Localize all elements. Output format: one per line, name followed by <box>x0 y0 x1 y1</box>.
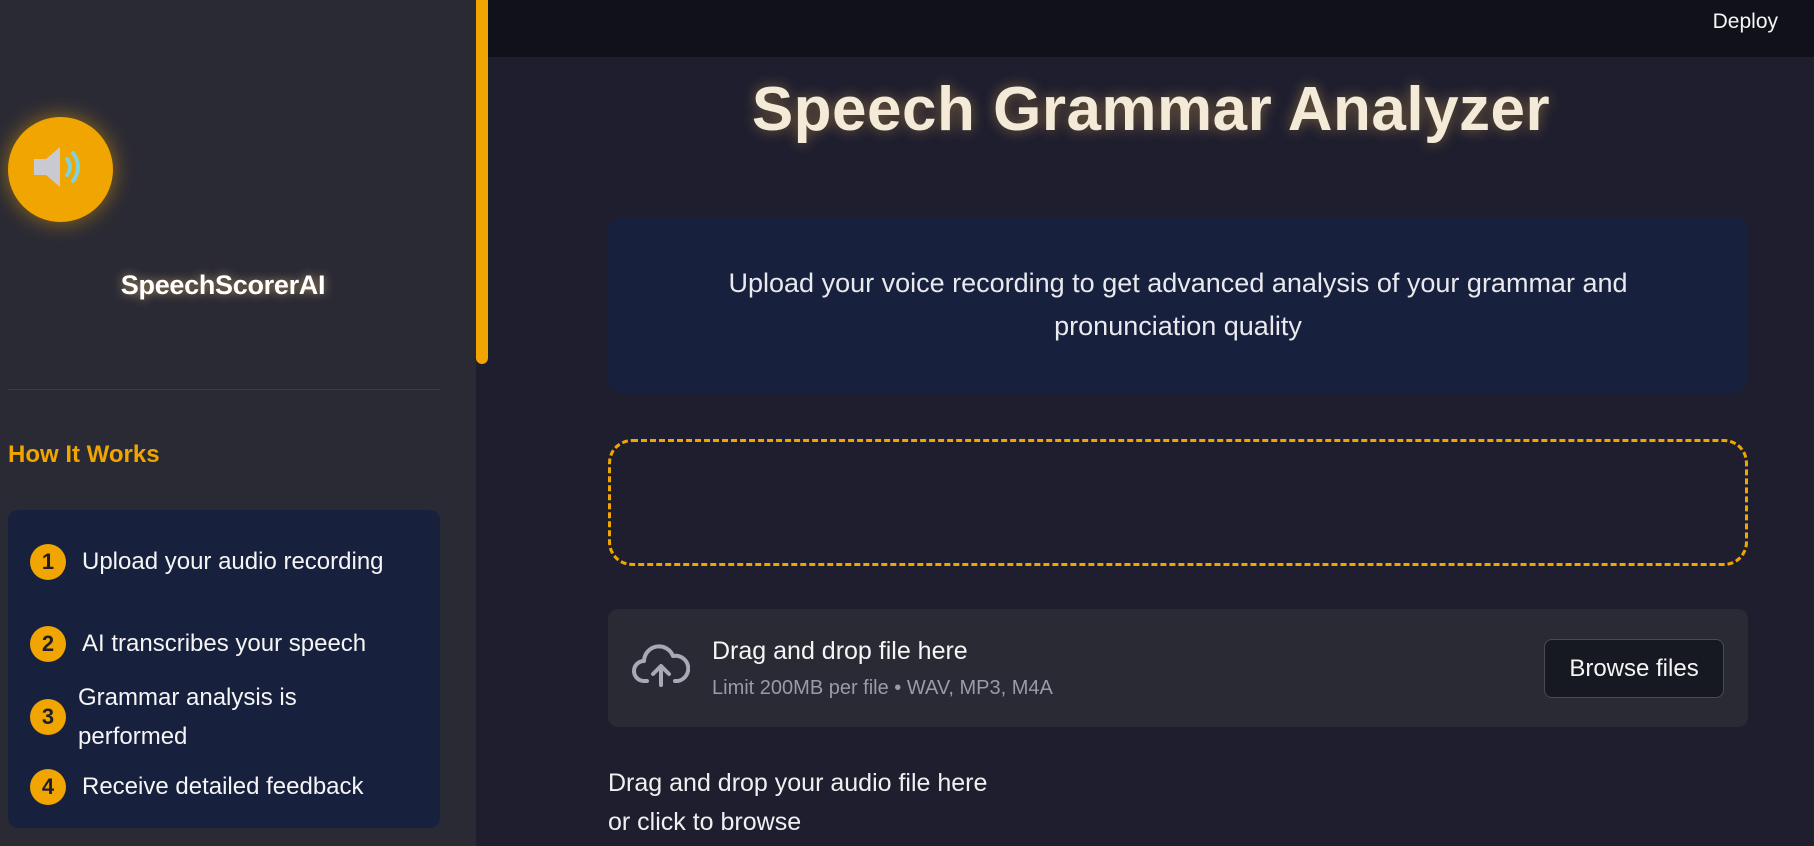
step-text: Upload your audio recording <box>82 548 384 575</box>
deploy-button[interactable]: Deploy <box>1709 8 1782 36</box>
sidebar-scrollbar[interactable] <box>476 0 488 364</box>
intro-text: Upload your voice recording to get advan… <box>728 268 1628 341</box>
step-item: 3 Grammar analysis is performed <box>30 678 408 756</box>
file-uploader[interactable]: Drag and drop file here Limit 200MB per … <box>608 609 1748 727</box>
speaker-icon <box>30 142 92 197</box>
how-it-works-title: How It Works <box>8 441 160 468</box>
brand-name: SpeechScorerAI <box>120 270 326 300</box>
app-root: SpeechScorerAI How It Works 1 Upload you… <box>0 0 1814 846</box>
audio-drop-zone[interactable] <box>608 439 1748 566</box>
top-bar: Deploy <box>488 0 1814 57</box>
upload-title: Drag and drop file here <box>712 637 968 665</box>
sidebar-divider <box>8 389 440 390</box>
step-text: AI transcribes your speech <box>82 630 367 657</box>
upload-limit: Limit 200MB per file • WAV, MP3, M4A <box>712 677 1053 699</box>
upload-hint-line: Drag and drop your audio file here <box>608 769 988 797</box>
upload-hint: Drag and drop your audio file here or cl… <box>608 764 987 842</box>
step-text: Receive detailed feedback <box>82 773 364 800</box>
step-number: 4 <box>30 768 66 805</box>
step-item: 1 Upload your audio recording <box>30 542 412 581</box>
step-number: 3 <box>30 699 66 735</box>
steps-panel: 1 Upload your audio recording 2 AI trans… <box>8 510 440 828</box>
step-number: 1 <box>30 543 66 580</box>
logo <box>8 117 113 222</box>
browse-files-button[interactable]: Browse files <box>1544 639 1724 698</box>
intro-panel: Upload your voice recording to get advan… <box>608 217 1748 393</box>
cloud-upload-icon <box>632 643 691 694</box>
step-item: 4 Receive detailed feedback <box>30 767 412 806</box>
step-text: Grammar analysis is performed <box>78 684 297 750</box>
page-title: Speech Grammar Analyzer <box>751 75 1551 144</box>
step-item: 2 AI transcribes your speech <box>30 624 412 663</box>
upload-hint-line: or click to browse <box>608 808 802 836</box>
step-number: 2 <box>30 625 66 662</box>
sidebar: SpeechScorerAI How It Works 1 Upload you… <box>0 0 476 846</box>
